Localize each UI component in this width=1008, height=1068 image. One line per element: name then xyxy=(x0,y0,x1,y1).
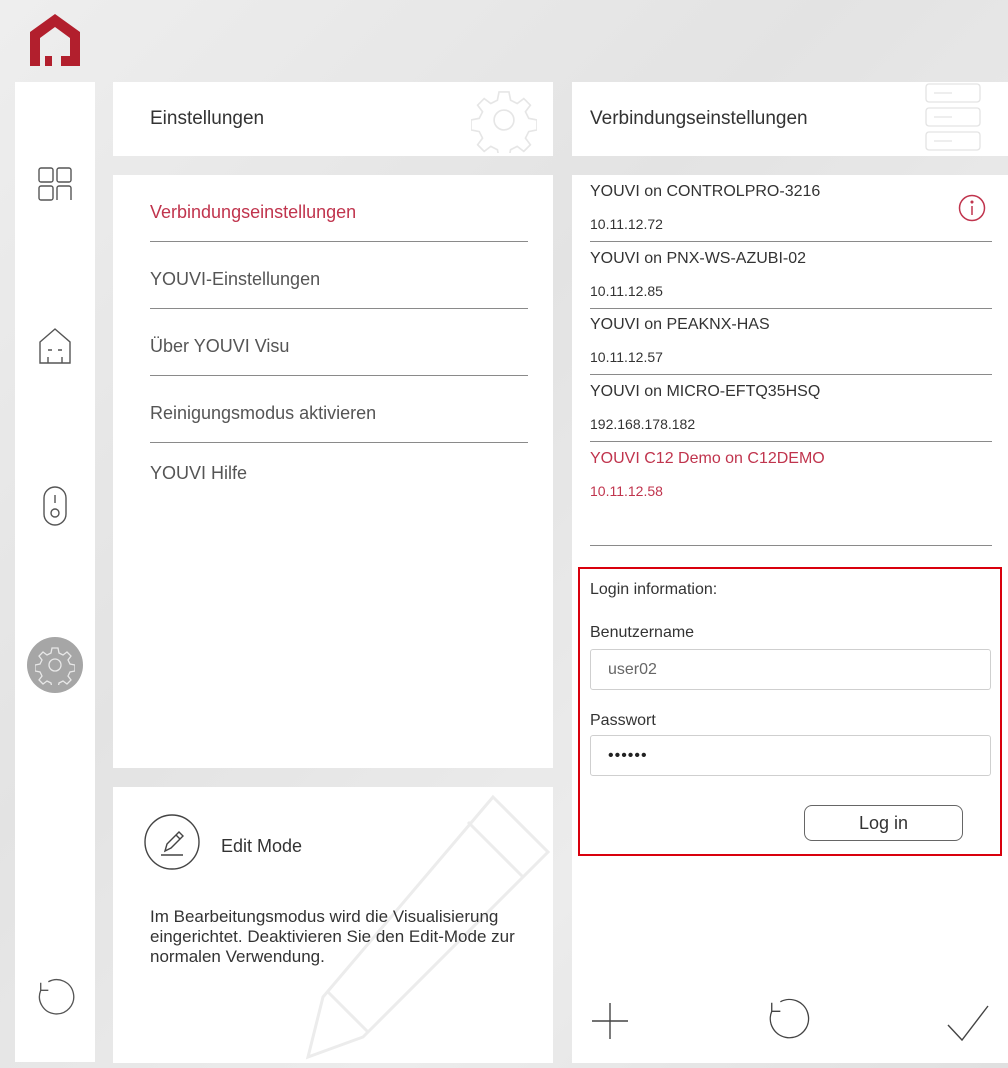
server-ip: 192.168.178.182 xyxy=(590,416,696,432)
server-list-item[interactable]: YOUVI on MICRO-EFTQ35HSQ 192.168.178.182 xyxy=(590,375,992,442)
edit-mode-panel: Edit Mode Im Bearbeitungsmodus wird die … xyxy=(113,787,553,1063)
login-button[interactable]: Log in xyxy=(804,805,963,841)
username-label: Benutzername xyxy=(590,624,695,641)
settings-header-title: Einstellungen xyxy=(150,108,265,129)
server-name: YOUVI on PEAKNX-HAS xyxy=(590,316,770,333)
menu-item-reinigungsmodus[interactable]: Reinigungsmodus aktivieren xyxy=(150,376,528,443)
server-list-item-selected[interactable]: YOUVI C12 Demo on C12DEMO 10.11.12.58 xyxy=(590,442,992,546)
connection-header: Verbindungseinstellungen xyxy=(572,82,1008,156)
server-ip: 10.11.12.72 xyxy=(590,216,663,232)
connection-header-title: Verbindungseinstellungen xyxy=(590,108,808,129)
login-form: Login information: Benutzername user02 P… xyxy=(578,567,1002,856)
login-heading: Login information: xyxy=(590,581,718,598)
menu-item-youvi-hilfe[interactable]: YOUVI Hilfe xyxy=(150,443,528,510)
settings-header: Einstellungen xyxy=(113,82,553,159)
sidebar xyxy=(15,82,95,1062)
device-switch-icon[interactable] xyxy=(35,486,75,526)
edit-mode-pencil-icon[interactable] xyxy=(143,813,201,871)
server-list-item[interactable]: YOUVI on CONTROLPRO-3216 10.11.12.72 xyxy=(590,175,992,242)
menu-item-ueber-youvi-visu[interactable]: Über YOUVI Visu xyxy=(150,309,528,376)
username-input[interactable]: user02 xyxy=(590,649,991,690)
server-rack-watermark-icon xyxy=(922,82,984,159)
server-name: YOUVI C12 Demo on C12DEMO xyxy=(590,450,825,467)
settings-menu: Verbindungseinstellungen YOUVI-Einstellu… xyxy=(113,175,553,768)
dashboard-grid-icon[interactable] xyxy=(35,164,75,204)
server-ip: 10.11.12.57 xyxy=(590,349,663,365)
server-ip: 10.11.12.58 xyxy=(590,483,663,499)
server-list-item[interactable]: YOUVI on PNX-WS-AZUBI-02 10.11.12.85 xyxy=(590,242,992,309)
server-name: YOUVI on CONTROLPRO-3216 xyxy=(590,183,821,200)
refresh-icon[interactable] xyxy=(766,997,810,1041)
home-rooms-icon[interactable] xyxy=(35,326,75,366)
server-list-item[interactable]: YOUVI on PEAKNX-HAS 10.11.12.57 xyxy=(590,308,992,375)
add-icon[interactable] xyxy=(588,999,632,1043)
top-bar xyxy=(0,0,1008,70)
menu-item-youvi-einstellungen[interactable]: YOUVI-Einstellungen xyxy=(150,242,528,309)
checkmark-icon[interactable] xyxy=(946,1001,990,1045)
connection-panel: YOUVI on CONTROLPRO-3216 10.11.12.72 YOU… xyxy=(572,175,1008,1063)
refresh-icon[interactable] xyxy=(35,977,75,1017)
menu-item-verbindungseinstellungen[interactable]: Verbindungseinstellungen xyxy=(150,175,528,242)
password-label: Passwort xyxy=(590,712,656,729)
edit-mode-title: Edit Mode xyxy=(221,836,303,856)
settings-watermark-gear-icon xyxy=(470,87,538,159)
password-input[interactable]: •••••• xyxy=(590,735,991,776)
server-name: YOUVI on MICRO-EFTQ35HSQ xyxy=(590,383,821,400)
settings-gear-icon[interactable] xyxy=(27,637,83,693)
info-icon[interactable] xyxy=(958,194,986,222)
edit-mode-description: Im Bearbeitungsmodus wird die Visualisie… xyxy=(150,907,515,966)
server-ip: 10.11.12.85 xyxy=(590,283,663,299)
server-name: YOUVI on PNX-WS-AZUBI-02 xyxy=(590,250,807,267)
house-logo-icon xyxy=(30,14,80,66)
